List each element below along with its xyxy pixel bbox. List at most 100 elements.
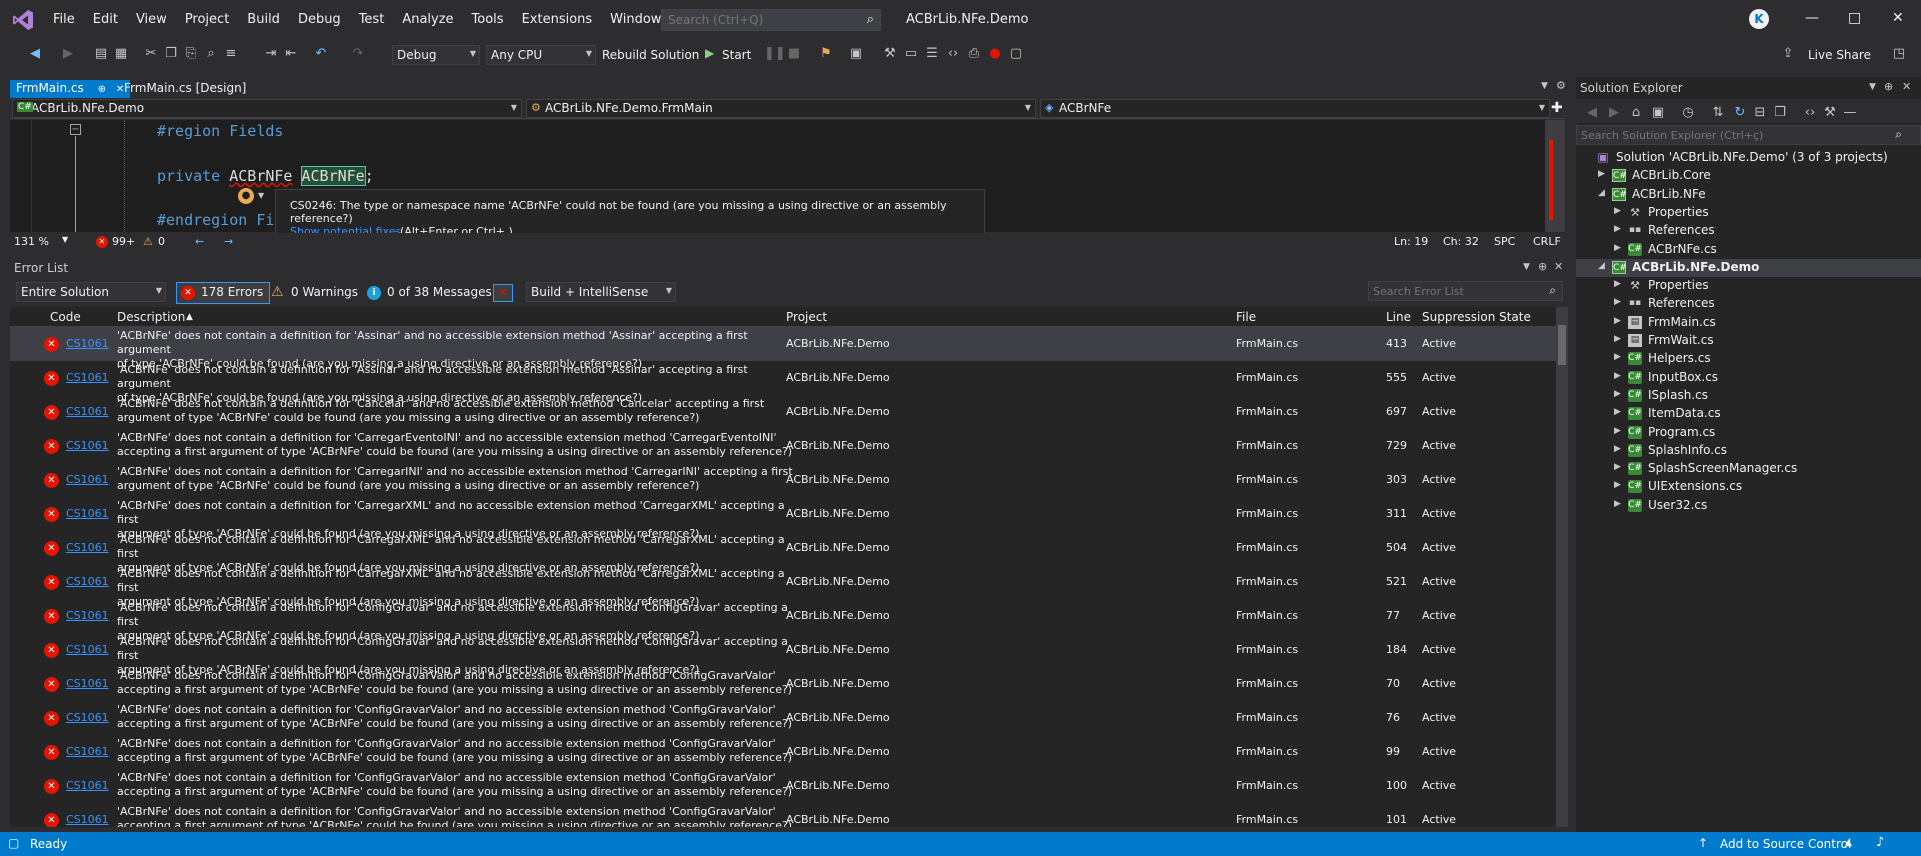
back-icon[interactable]: ◀ bbox=[27, 46, 43, 62]
tree-item[interactable]: ▶ ▤ FrmMain.cs bbox=[1576, 314, 1921, 332]
pause-icon[interactable]: ❚❚ bbox=[764, 46, 786, 62]
tree-item[interactable]: ▶ ▤ FrmWait.cs bbox=[1576, 332, 1921, 350]
browser-link-icon[interactable]: ⚑ bbox=[818, 46, 834, 62]
table-row[interactable]: ✕ CS1061 'ACBrNFe' does not contain a defi… bbox=[10, 395, 1556, 429]
solution-search-input[interactable] bbox=[1577, 126, 1877, 144]
tree-item[interactable]: ▶ C# SplashScreenManager.cs bbox=[1576, 460, 1921, 478]
expand-icon[interactable]: ▶ bbox=[1598, 169, 1605, 179]
expand-icon[interactable]: ▶ bbox=[1614, 352, 1621, 362]
outdent-icon[interactable]: ⇤ bbox=[283, 46, 299, 62]
redo-icon[interactable]: ↷ bbox=[350, 46, 366, 62]
menu-file[interactable]: File bbox=[44, 12, 84, 28]
stop-icon[interactable]: ■ bbox=[786, 46, 802, 62]
column-code[interactable]: Code bbox=[50, 310, 81, 324]
error-list-search[interactable]: ⌕ bbox=[1368, 281, 1563, 301]
panel-dropdown-icon[interactable]: ▼ bbox=[1523, 262, 1530, 272]
tab-frmmain-cs[interactable]: FrmMain.cs ⊕ ✕ bbox=[10, 80, 131, 98]
bookmark-icon[interactable]: ▢ bbox=[1008, 46, 1024, 62]
collapse-icon[interactable]: ◢ bbox=[1598, 261, 1605, 271]
pending-changes-icon[interactable]: ◷ bbox=[1680, 105, 1696, 121]
tree-item[interactable]: ▶ ▪▪ References bbox=[1576, 295, 1921, 313]
error-list-scrollbar[interactable] bbox=[1556, 307, 1568, 827]
next-issue-icon[interactable]: → bbox=[224, 235, 233, 248]
save-icon[interactable]: ▤ bbox=[93, 46, 109, 62]
screenshot-icon[interactable]: ▣ bbox=[848, 46, 864, 62]
tree-item[interactable]: ◢ C# ACBrLib.NFe bbox=[1576, 186, 1921, 204]
show-all-files-icon[interactable]: ❐ bbox=[1772, 105, 1788, 121]
sync-icon[interactable]: ⇅ bbox=[1710, 105, 1726, 121]
error-code-link[interactable]: CS1061 bbox=[66, 575, 109, 588]
properties-wrench-icon[interactable]: ⚒ bbox=[1822, 105, 1838, 121]
expand-icon[interactable]: ▶ bbox=[1614, 371, 1621, 381]
expand-icon[interactable]: ▶ bbox=[1614, 444, 1621, 454]
settings-gear-icon[interactable]: ⚙ bbox=[1556, 79, 1566, 92]
error-code-link[interactable]: CS1061 bbox=[66, 643, 109, 656]
chevron-up-icon[interactable]: ▲ bbox=[1845, 838, 1852, 848]
member-navigation-select[interactable]: ◈ ACBrNFe ▼ bbox=[1040, 99, 1550, 118]
quick-search[interactable]: ⌕ bbox=[661, 9, 881, 31]
copy-icon[interactable]: ❐ bbox=[163, 46, 179, 62]
switch-views-icon[interactable]: ▣ bbox=[1650, 105, 1666, 121]
split-editor-icon[interactable]: ✚ bbox=[1551, 100, 1563, 116]
table-row[interactable]: ✕ CS1061 'ACBrNFe' does not contain a defi… bbox=[10, 769, 1556, 803]
find-icon[interactable]: ⌕ bbox=[203, 46, 219, 62]
add-to-source-control-button[interactable]: Add to Source Control bbox=[1720, 837, 1851, 851]
collapse-icon[interactable]: ◢ bbox=[1598, 188, 1605, 198]
tree-item[interactable]: ▶ ⚒ Properties bbox=[1576, 277, 1921, 295]
expand-icon[interactable]: ▶ bbox=[1614, 407, 1621, 417]
table-row[interactable]: ✕ CS1061 'ACBrNFe' does not contain a defi… bbox=[10, 463, 1556, 497]
editor-vertical-scrollbar[interactable] bbox=[1545, 120, 1565, 232]
preview-icon[interactable]: — bbox=[1842, 105, 1858, 121]
close-tab-icon[interactable]: ✕ bbox=[116, 84, 124, 95]
account-icon[interactable]: K bbox=[1749, 9, 1769, 29]
solution-platform-select[interactable]: Any CPU ▼ bbox=[486, 45, 596, 65]
tab-dropdown-icon[interactable]: ▼ bbox=[1541, 81, 1548, 91]
chevron-down-icon[interactable]: ▼ bbox=[258, 191, 264, 200]
error-code-link[interactable]: CS1061 bbox=[66, 337, 109, 350]
column-file[interactable]: File bbox=[1236, 310, 1256, 324]
toolbox-icon[interactable]: ▭ bbox=[903, 46, 919, 62]
start-icon[interactable]: ▶ bbox=[705, 46, 714, 60]
table-row[interactable]: ✕ CS1061 'ACBrNFe' does not contain a defi… bbox=[10, 599, 1556, 642]
previous-issue-icon[interactable]: ← bbox=[195, 235, 204, 248]
tree-item[interactable]: ▶ C# InputBox.cs bbox=[1576, 369, 1921, 387]
expand-icon[interactable]: ▶ bbox=[1614, 279, 1621, 289]
tree-item[interactable]: ▶ C# ACBrNFe.cs bbox=[1576, 241, 1921, 259]
table-row[interactable]: ✕ CS1061 'ACBrNFe' does not contain a defi… bbox=[10, 531, 1556, 574]
live-share-icon[interactable]: ⇪ bbox=[1780, 46, 1796, 62]
indent-icon[interactable]: ⇥ bbox=[263, 46, 279, 62]
expand-icon[interactable]: ▶ bbox=[1614, 389, 1621, 399]
expand-icon[interactable]: ▶ bbox=[1614, 462, 1621, 472]
tree-item[interactable]: ▶ C# User32.cs bbox=[1576, 497, 1921, 515]
code-icon[interactable]: ‹› bbox=[945, 46, 961, 62]
expand-icon[interactable]: ▶ bbox=[1614, 334, 1621, 344]
expand-icon[interactable]: ▶ bbox=[1614, 297, 1621, 307]
home-icon[interactable]: ⌂ bbox=[1628, 105, 1644, 121]
paste-icon[interactable]: ⎘ bbox=[183, 46, 199, 62]
error-code-link[interactable]: CS1061 bbox=[66, 711, 109, 724]
tree-item[interactable]: ▶ C# ISplash.cs bbox=[1576, 387, 1921, 405]
file-icon[interactable]: ⎙ bbox=[966, 46, 982, 62]
collapse-region-icon[interactable]: − bbox=[70, 124, 81, 135]
menu-view[interactable]: View bbox=[127, 12, 176, 28]
table-row[interactable]: ✕ CS1061 'ACBrNFe' does not contain a defi… bbox=[10, 429, 1556, 463]
tree-item[interactable]: ▶ ▪▪ References bbox=[1576, 222, 1921, 240]
error-code-link[interactable]: CS1061 bbox=[66, 609, 109, 622]
comment-icon[interactable]: ≡ bbox=[223, 46, 239, 62]
close-panel-icon[interactable]: ✕ bbox=[1554, 260, 1563, 273]
pin-icon[interactable]: ⊕ bbox=[1538, 260, 1547, 273]
menu-extensions[interactable]: Extensions bbox=[513, 12, 602, 28]
tree-item[interactable]: ◢ C# ACBrLib.NFe.Demo bbox=[1576, 258, 1921, 277]
menu-analyze[interactable]: Analyze bbox=[393, 12, 462, 28]
column-line[interactable]: Line bbox=[1386, 310, 1411, 324]
wrench-icon[interactable]: ⚒ bbox=[882, 46, 898, 62]
error-code-link[interactable]: CS1061 bbox=[66, 745, 109, 758]
properties-icon[interactable]: ☰ bbox=[924, 46, 940, 62]
menu-debug[interactable]: Debug bbox=[289, 12, 350, 28]
menu-tools[interactable]: Tools bbox=[463, 12, 513, 28]
errors-filter-button[interactable]: ✕ 178 Errors bbox=[176, 282, 271, 304]
error-list-search-input[interactable] bbox=[1369, 282, 1529, 300]
table-row[interactable]: ✕ CS1061 'ACBrNFe' does not contain a defi… bbox=[10, 667, 1556, 701]
expand-icon[interactable]: ▶ bbox=[1614, 499, 1621, 509]
solution-search[interactable]: ⌕ bbox=[1576, 125, 1921, 145]
